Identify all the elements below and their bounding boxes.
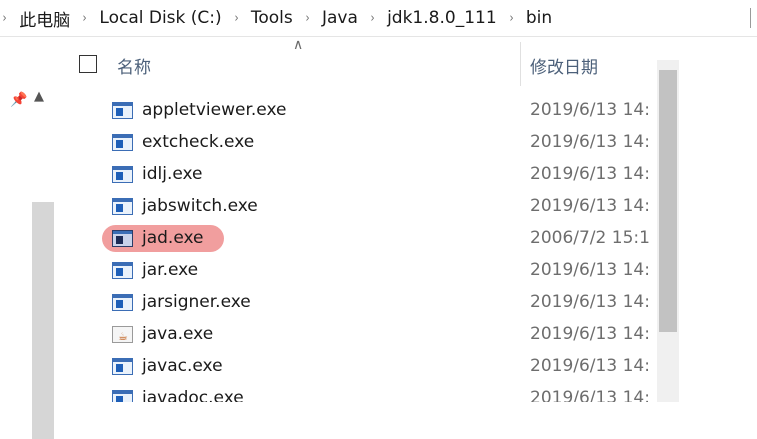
- column-header-row: ∧ 名称 修改日期: [57, 37, 757, 97]
- file-name: jar.exe: [142, 260, 199, 280]
- navigation-pane: 📌 ▲: [0, 37, 57, 439]
- file-name: appletviewer.exe: [142, 100, 287, 120]
- exe-icon: [112, 390, 133, 402]
- file-date: 2019/6/13 14:: [530, 164, 650, 184]
- exe-icon: [112, 358, 133, 375]
- file-row[interactable]: appletviewer.exe 2019/6/13 14:: [57, 95, 657, 127]
- breadcrumb-tools[interactable]: Tools: [251, 8, 293, 28]
- file-row[interactable]: extcheck.exe 2019/6/13 14:: [57, 127, 657, 159]
- chevron-right-icon[interactable]: ›: [3, 11, 7, 26]
- chevron-right-icon[interactable]: ›: [305, 11, 309, 26]
- exe-icon: [112, 166, 133, 183]
- breadcrumb-jdk[interactable]: jdk1.8.0_111: [387, 8, 497, 28]
- file-date: 2006/7/2 15:1: [530, 228, 650, 248]
- file-name: idlj.exe: [142, 164, 203, 184]
- breadcrumb-local-disk[interactable]: Local Disk (C:): [99, 8, 221, 28]
- file-row[interactable]: ☕ java.exe 2019/6/13 14:: [57, 319, 657, 351]
- breadcrumb: › 此电脑 › Local Disk (C:) › Tools › Java ›…: [0, 0, 553, 36]
- file-date: 2019/6/13 14:: [530, 292, 650, 312]
- file-name: jabswitch.exe: [142, 196, 258, 216]
- sort-ascending-icon: ∧: [293, 37, 304, 53]
- exe-icon: [112, 102, 133, 119]
- file-name: jad.exe: [142, 228, 204, 248]
- chevron-right-icon[interactable]: ›: [370, 11, 374, 26]
- breadcrumb-bin[interactable]: bin: [526, 8, 552, 28]
- exe-icon: [112, 294, 133, 311]
- file-row[interactable]: idlj.exe 2019/6/13 14:: [57, 159, 657, 191]
- file-row[interactable]: jabswitch.exe 2019/6/13 14:: [57, 191, 657, 223]
- column-header-name[interactable]: 名称: [117, 53, 151, 78]
- file-row[interactable]: javadoc.exe 2019/6/13 14:: [57, 383, 657, 402]
- file-date: 2019/6/13 14:: [530, 196, 650, 216]
- breadcrumb-this-pc[interactable]: 此电脑: [19, 6, 70, 31]
- breadcrumb-java[interactable]: Java: [322, 8, 358, 28]
- file-date: 2019/6/13 14:: [530, 132, 650, 152]
- nav-pane-scrollbar[interactable]: [32, 202, 54, 439]
- file-list-scrollbar[interactable]: [657, 60, 679, 402]
- chevron-up-icon[interactable]: ▲: [34, 89, 44, 104]
- file-date: 2019/6/13 14:: [530, 100, 650, 120]
- exe-icon: [112, 198, 133, 215]
- chevron-right-icon[interactable]: ›: [509, 11, 513, 26]
- file-date: 2019/6/13 14:: [530, 324, 650, 344]
- exe-icon: [112, 134, 133, 151]
- column-divider[interactable]: [520, 42, 521, 86]
- file-date: 2019/6/13 14:: [530, 356, 650, 376]
- select-all-checkbox[interactable]: [79, 55, 97, 73]
- file-row[interactable]: jarsigner.exe 2019/6/13 14:: [57, 287, 657, 319]
- chevron-right-icon[interactable]: ›: [83, 11, 87, 26]
- file-row-highlighted[interactable]: jad.exe 2006/7/2 15:1: [57, 223, 657, 255]
- file-row[interactable]: jar.exe 2019/6/13 14:: [57, 255, 657, 287]
- file-name: javac.exe: [142, 356, 223, 376]
- file-date: 2019/6/13 14:: [530, 388, 650, 402]
- file-name: java.exe: [142, 324, 214, 344]
- exe-icon: [112, 262, 133, 279]
- column-header-date-modified[interactable]: 修改日期: [530, 53, 598, 78]
- file-name: javadoc.exe: [142, 388, 244, 402]
- file-list: appletviewer.exe 2019/6/13 14: extcheck.…: [57, 95, 657, 402]
- java-icon: ☕: [112, 326, 133, 343]
- file-name: extcheck.exe: [142, 132, 255, 152]
- chevron-right-icon[interactable]: ›: [234, 11, 238, 26]
- pin-icon[interactable]: 📌: [10, 92, 27, 108]
- scrollbar-thumb[interactable]: [659, 70, 677, 332]
- exe-icon: [112, 230, 133, 247]
- file-row[interactable]: javac.exe 2019/6/13 14:: [57, 351, 657, 383]
- address-bar-edge: [750, 8, 757, 28]
- file-name: jarsigner.exe: [142, 292, 251, 312]
- address-bar[interactable]: › 此电脑 › Local Disk (C:) › Tools › Java ›…: [0, 0, 757, 37]
- file-date: 2019/6/13 14:: [530, 260, 650, 280]
